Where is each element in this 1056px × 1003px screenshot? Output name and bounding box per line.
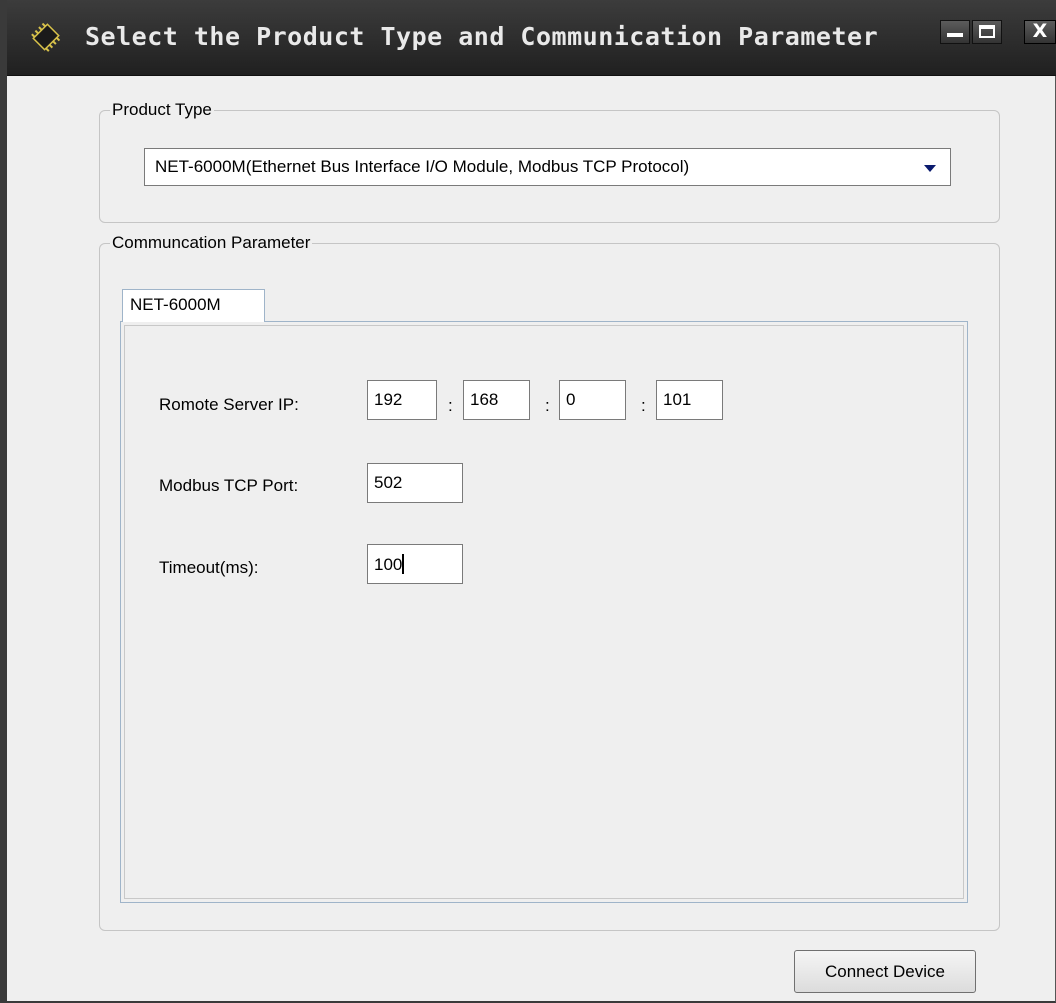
ip-separator: :: [641, 396, 646, 415]
maximize-button[interactable]: [972, 20, 1002, 44]
ip-octet-1-value: 192: [374, 390, 403, 409]
product-type-select[interactable]: NET-6000M(Ethernet Bus Interface I/O Mod…: [144, 148, 951, 186]
modbus-port-input[interactable]: 502: [367, 463, 463, 503]
product-type-group-label: Product Type: [110, 100, 214, 120]
timeout-label: Timeout(ms):: [159, 558, 259, 577]
minimize-icon: [947, 33, 963, 37]
ip-octet-3-value: 0: [566, 390, 576, 409]
ip-octet-4-value: 101: [663, 390, 692, 409]
close-button[interactable]: X: [1024, 20, 1056, 44]
dialog-window: Select the Product Type and Communicatio…: [0, 0, 1056, 1003]
close-icon: X: [1032, 20, 1048, 42]
communication-group-label: Communcation Parameter: [110, 233, 313, 253]
remote-ip-label: Romote Server IP:: [159, 395, 299, 414]
modbus-port-label: Modbus TCP Port:: [159, 476, 299, 495]
ip-octet-2-value: 168: [470, 390, 499, 409]
timeout-input[interactable]: 100: [367, 544, 463, 584]
ip-separator: :: [545, 396, 550, 415]
title-bar[interactable]: Select the Product Type and Communicatio…: [7, 0, 1056, 76]
product-type-selected-value: NET-6000M(Ethernet Bus Interface I/O Mod…: [155, 157, 690, 176]
tab-net-6000m[interactable]: NET-6000M: [122, 289, 265, 322]
product-type-group: Product Type NET-6000M(Ethernet Bus Inte…: [99, 100, 1000, 223]
chip-icon: [31, 22, 61, 52]
chevron-down-icon[interactable]: [924, 165, 936, 172]
timeout-value: 100: [374, 555, 403, 574]
tab-label: NET-6000M: [130, 295, 221, 314]
ip-octet-4-input[interactable]: 101: [656, 380, 723, 420]
text-caret: [402, 554, 405, 574]
minimize-button[interactable]: [940, 20, 970, 44]
timeout-value-wrapper: 100: [374, 554, 405, 575]
tab-panel: Romote Server IP: 192 : 168 : 0 : 101 Mo…: [120, 321, 968, 903]
ip-octet-3-input[interactable]: 0: [559, 380, 626, 420]
ip-separator: :: [448, 396, 453, 415]
communication-parameter-group: Communcation Parameter NET-6000M Romote …: [99, 233, 1000, 931]
modbus-port-value: 502: [374, 473, 403, 492]
maximize-icon: [979, 25, 995, 38]
ip-octet-1-input[interactable]: 192: [367, 380, 437, 420]
window-title: Select the Product Type and Communicatio…: [85, 22, 879, 51]
ip-octet-2-input[interactable]: 168: [463, 380, 530, 420]
connect-device-button[interactable]: Connect Device: [794, 950, 976, 993]
